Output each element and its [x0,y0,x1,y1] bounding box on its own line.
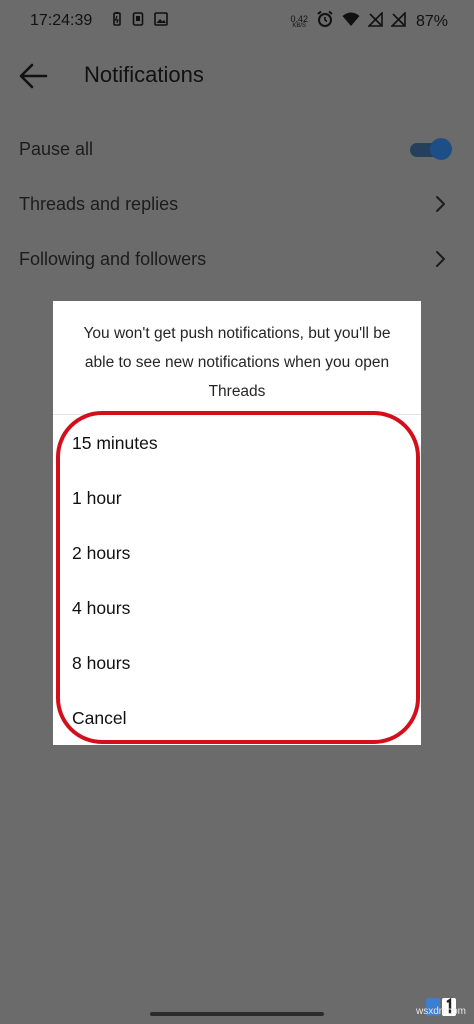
option-1-hour[interactable]: 1 hour [53,471,421,526]
chevron-right-icon [436,196,445,212]
dialog-message: You won't get push notifications, but yo… [53,301,421,415]
no-signal-icon [390,10,406,32]
settings-label: Following and followers [19,249,207,269]
page-title: Notifications [84,62,204,87]
navigation-handle[interactable] [150,1012,324,1016]
wifi-icon [342,11,360,32]
settings-label: Threads and replies [19,194,179,214]
battery-percent: 87% [415,12,448,30]
settings-row-threads-and-replies[interactable]: Threads and replies [0,177,474,232]
option-15-minutes[interactable]: 15 minutes [53,416,421,471]
network-speed-value: 0.42 [290,13,308,24]
pause-all-toggle[interactable] [410,138,452,160]
option-2-hours[interactable]: 2 hours [53,526,421,581]
chevron-right-icon [436,251,445,267]
no-signal-icon [367,10,383,32]
image-icon [154,12,168,31]
status-right: 0.42 KB/S 87% [290,10,448,33]
battery-saver-icon [112,12,122,31]
status-bar: 17:24:39 0.42 KB/S 87% [0,0,474,44]
settings-row-following-and-followers[interactable]: Following and followers [0,232,474,287]
settings-row-pause-all[interactable]: Pause all [0,122,474,177]
cancel-button[interactable]: Cancel [53,691,421,746]
settings-label: Pause all [19,139,94,159]
pause-duration-dialog: You won't get push notifications, but yo… [53,301,421,745]
toggle-thumb [430,138,452,160]
screen: 17:24:39 0.42 KB/S 87% Notifications Pau… [0,0,474,1024]
back-button[interactable] [18,62,48,90]
option-8-hours[interactable]: 8 hours [53,636,421,691]
arrow-left-icon [19,63,48,89]
alarm-icon [316,10,334,33]
option-4-hours[interactable]: 4 hours [53,581,421,636]
settings-list: Pause all Threads and replies Following … [0,122,474,287]
status-time: 17:24:39 [30,12,93,29]
watermark-text: wsxdn.com [415,1006,466,1017]
network-speed-unit: KB/S [292,22,307,29]
sim-icon [132,12,144,31]
network-speed: 0.42 KB/S [290,13,308,29]
app-header: Notifications [0,50,474,102]
status-left-icons [112,12,168,31]
